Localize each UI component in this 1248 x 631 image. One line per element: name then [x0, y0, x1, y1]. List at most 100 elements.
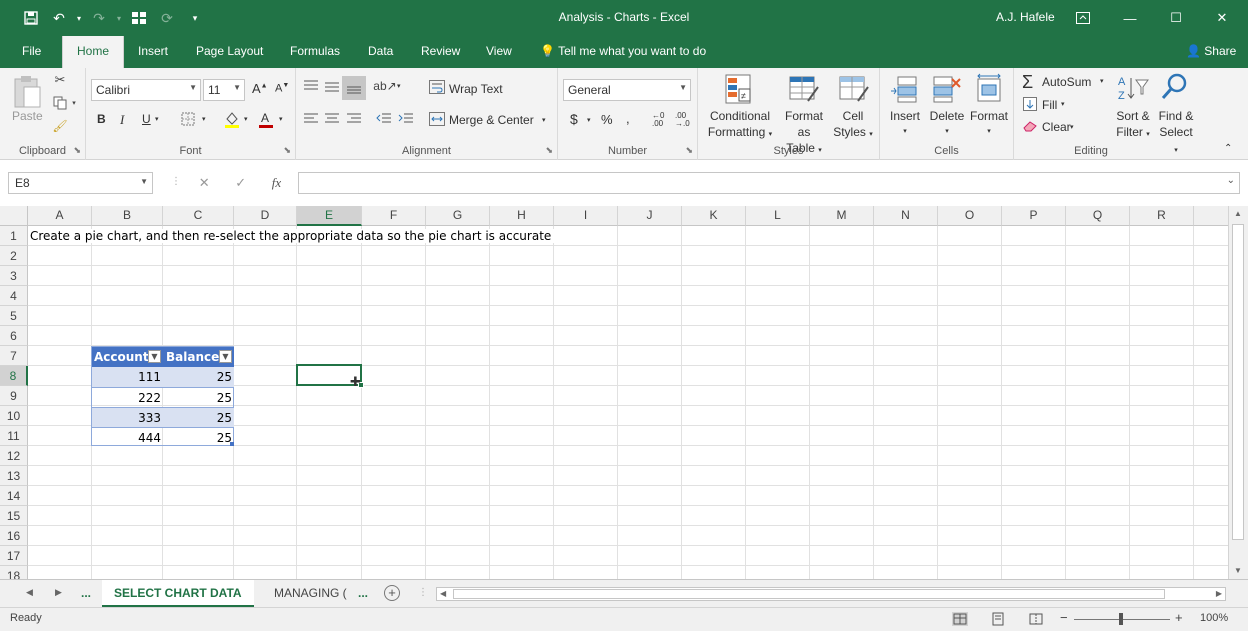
sort-filter-button[interactable]: Sort & Filter ▾	[1112, 108, 1154, 143]
tab-review[interactable]: Review	[421, 44, 460, 58]
comma-icon[interactable]: ,	[626, 111, 630, 126]
font-color-dropdown-icon[interactable]: ▾	[279, 115, 283, 123]
copy-icon[interactable]	[52, 95, 68, 111]
ribbon-display-options-icon[interactable]	[1060, 0, 1106, 36]
autosum-dropdown-icon[interactable]: ▾	[1100, 77, 1104, 85]
row-header-3[interactable]: 3	[0, 266, 28, 286]
page-layout-view-icon[interactable]	[990, 612, 1006, 626]
fill-color-dropdown-icon[interactable]: ▾	[244, 115, 248, 123]
column-header-a[interactable]: A	[28, 206, 92, 226]
cell-a1[interactable]: Create a pie chart, and then re-select t…	[30, 229, 556, 243]
cut-icon[interactable]: ✂	[52, 72, 68, 88]
horizontal-scroll-thumb[interactable]	[453, 589, 1165, 599]
table-cell[interactable]: 25	[163, 407, 234, 427]
font-name-combo[interactable]: Calibri ▼	[91, 79, 201, 101]
row-header-11[interactable]: 11	[0, 426, 28, 446]
column-header-q[interactable]: Q	[1066, 206, 1130, 226]
column-header-k[interactable]: K	[682, 206, 746, 226]
clear-label[interactable]: Clear	[1042, 120, 1071, 134]
row-header-1[interactable]: 1	[0, 226, 28, 246]
splitter-dots-icon[interactable]: ⋮	[418, 587, 428, 598]
normal-view-icon[interactable]	[952, 612, 968, 626]
cell-styles-button[interactable]: Cell Styles ▾	[832, 108, 874, 143]
zoom-slider-thumb[interactable]	[1119, 613, 1123, 625]
row-header-6[interactable]: 6	[0, 326, 28, 346]
column-header-p[interactable]: P	[1002, 206, 1066, 226]
tab-page-layout[interactable]: Page Layout	[196, 44, 263, 58]
font-color-icon[interactable]: A	[258, 110, 274, 128]
alignment-launcher-icon[interactable]: ⬊	[545, 145, 553, 156]
row-header-7[interactable]: 7	[0, 346, 28, 366]
sheet-overflow-left[interactable]: ...	[81, 580, 91, 607]
horizontal-scrollbar[interactable]: ◀ ▶	[436, 587, 1226, 601]
close-icon[interactable]: ✕	[1199, 0, 1245, 36]
cell-styles-icon[interactable]	[838, 73, 870, 105]
autosum-icon[interactable]: Σ	[1022, 72, 1033, 93]
format-as-table-icon[interactable]	[788, 73, 820, 105]
column-header-i[interactable]: I	[554, 206, 618, 226]
decrease-decimal-icon[interactable]: .00 →.0	[675, 112, 690, 128]
zoom-in-icon[interactable]: +	[1175, 610, 1183, 625]
maximize-icon[interactable]: ☐	[1153, 0, 1199, 36]
column-header-n[interactable]: N	[874, 206, 938, 226]
share-button[interactable]: 👤 Share	[1186, 44, 1236, 58]
underline-dropdown-icon[interactable]: ▾	[155, 115, 159, 123]
align-center-icon[interactable]	[324, 112, 340, 126]
decrease-font-icon[interactable]: A▼	[275, 82, 289, 95]
orientation-icon[interactable]: ab↗	[373, 78, 396, 94]
next-sheet-icon[interactable]: ▶	[55, 587, 62, 598]
conditional-formatting-icon[interactable]: ≠	[722, 73, 754, 105]
fill-dropdown-icon[interactable]: ▾	[1061, 100, 1065, 108]
table-cell[interactable]: 444	[92, 427, 163, 447]
tab-data[interactable]: Data	[368, 44, 393, 58]
splitter-dots-icon[interactable]: ⋮	[171, 176, 181, 187]
expand-formula-bar-icon[interactable]: ⌄	[1227, 175, 1235, 186]
bottom-align-icon[interactable]	[342, 76, 366, 100]
add-sheet-icon[interactable]: +	[384, 585, 400, 601]
insert-cells-icon[interactable]	[890, 73, 920, 103]
paste-icon[interactable]	[10, 74, 44, 110]
delete-cells-icon[interactable]	[932, 73, 962, 103]
merge-center-label[interactable]: Merge & Center	[449, 113, 534, 127]
column-header-s[interactable]	[1194, 206, 1228, 226]
user-name[interactable]: A.J. Hafele	[996, 10, 1055, 24]
borders-icon[interactable]	[181, 112, 195, 126]
sheet-overflow-right[interactable]: ...	[358, 580, 368, 607]
align-left-icon[interactable]	[303, 112, 319, 126]
column-header-r[interactable]: R	[1130, 206, 1194, 226]
row-header-14[interactable]: 14	[0, 486, 28, 506]
number-format-combo[interactable]: General ▼	[563, 79, 691, 101]
row-header-4[interactable]: 4	[0, 286, 28, 306]
table-cell[interactable]: 25	[163, 387, 234, 407]
increase-font-icon[interactable]: A▲	[252, 81, 268, 96]
number-launcher-icon[interactable]: ⬊	[685, 145, 693, 156]
autosum-label[interactable]: AutoSum	[1042, 75, 1091, 89]
scroll-right-icon[interactable]: ▶	[1216, 589, 1222, 598]
row-header-5[interactable]: 5	[0, 306, 28, 326]
tab-insert[interactable]: Insert	[138, 44, 168, 58]
tab-home[interactable]: Home	[62, 36, 125, 68]
italic-icon[interactable]: I	[120, 112, 124, 128]
tab-formulas[interactable]: Formulas	[290, 44, 340, 58]
format-painter-icon[interactable]: 🖌	[52, 118, 68, 134]
top-align-icon[interactable]	[303, 78, 319, 94]
table-cell[interactable]: 333	[92, 407, 163, 427]
borders-dropdown-icon[interactable]: ▾	[202, 115, 206, 123]
orientation-dropdown-icon[interactable]: ▾	[397, 82, 401, 90]
bold-icon[interactable]: B	[97, 112, 106, 126]
tell-me-search[interactable]: 💡 Tell me what you want to do	[540, 44, 706, 58]
sheet-tab-managing[interactable]: MANAGING (	[274, 580, 347, 607]
increase-indent-icon[interactable]	[398, 112, 414, 126]
merge-dropdown-icon[interactable]: ▾	[542, 116, 546, 124]
paste-label[interactable]: Paste	[12, 109, 43, 123]
row-header-9[interactable]: 9	[0, 386, 28, 406]
copy-dropdown-icon[interactable]: ▾	[70, 98, 78, 108]
table-cell[interactable]: 25	[163, 367, 234, 387]
chevron-down-icon[interactable]: ▼	[140, 177, 148, 186]
vertical-scroll-thumb[interactable]	[1232, 224, 1244, 540]
underline-icon[interactable]: U	[142, 112, 151, 126]
column-header-c[interactable]: C	[163, 206, 234, 226]
conditional-formatting-button[interactable]: Conditional Formatting ▾	[702, 108, 778, 143]
table-header-account[interactable]: Account ▼	[92, 347, 163, 367]
tab-view[interactable]: View	[486, 44, 512, 58]
